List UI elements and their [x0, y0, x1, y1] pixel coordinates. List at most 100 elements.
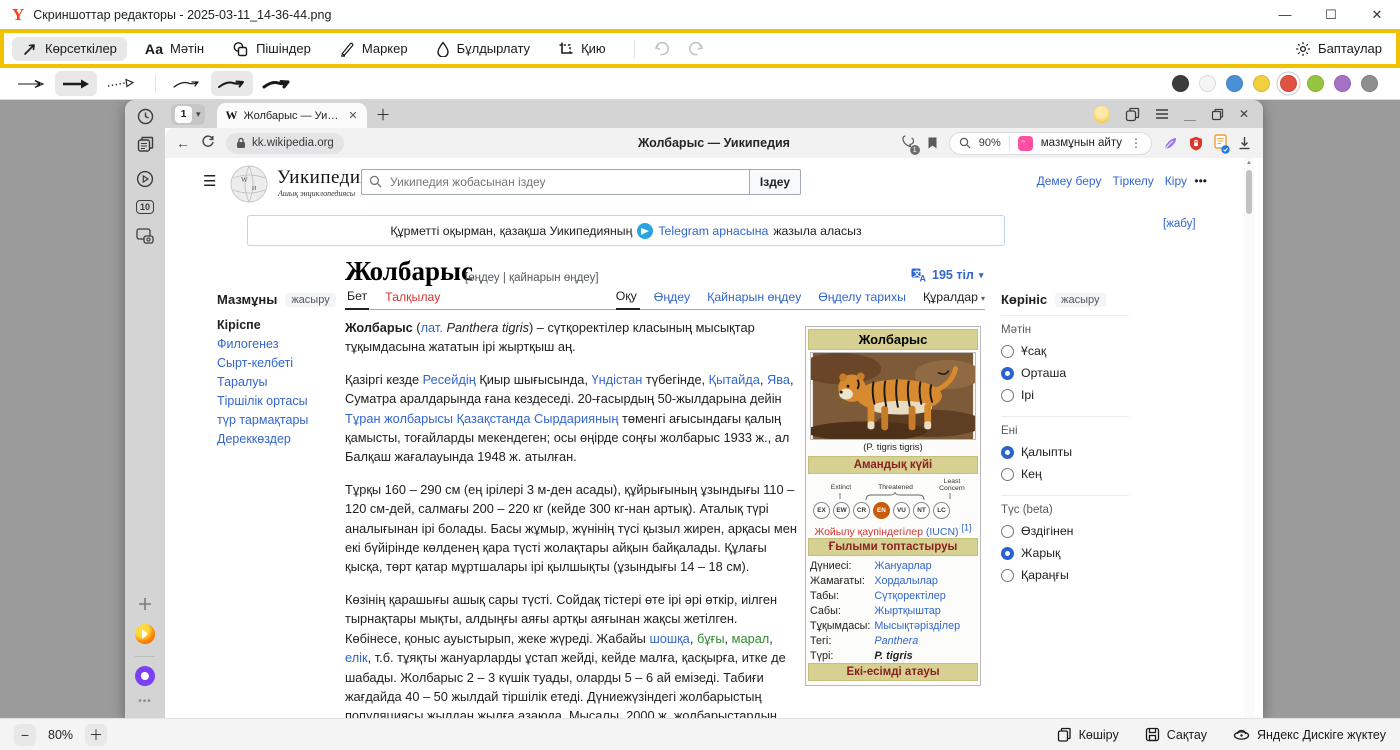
iucn-code[interactable]: CR — [853, 502, 870, 519]
undo-button[interactable] — [653, 41, 671, 57]
color-swatch[interactable] — [1361, 75, 1378, 92]
iucn-code[interactable]: EX — [813, 502, 830, 519]
inline-link[interactable]: Ресейдің — [423, 372, 476, 387]
upload-yandex-disk-button[interactable]: Яндекс Дискіге жүктеу — [1233, 727, 1386, 742]
radio-option[interactable]: Ұсақ — [1001, 344, 1129, 358]
inline-link[interactable]: бұғы — [697, 631, 725, 646]
iucn-code[interactable]: LC — [933, 502, 950, 519]
radio-icon[interactable] — [1001, 345, 1014, 358]
inline-link[interactable]: Қытайда — [709, 372, 760, 387]
arrow-style-sketch-thin[interactable] — [166, 71, 208, 96]
toc-item[interactable]: Кіріспе — [217, 319, 335, 331]
inline-link[interactable]: Ява — [767, 372, 790, 387]
new-tab-button[interactable]: ＋ — [376, 104, 391, 125]
telegram-link[interactable]: Telegram арнасына — [658, 224, 768, 238]
radio-icon[interactable] — [1001, 389, 1014, 402]
inline-link[interactable]: шошқа — [649, 631, 689, 646]
page-scrollbar[interactable]: ▲ — [1244, 158, 1254, 718]
share-button[interactable]: 1 — [901, 134, 916, 152]
toc-item[interactable]: Тіршілік ортасы — [217, 395, 335, 407]
arrow-style-sketch-medium[interactable] — [211, 71, 253, 96]
taxonomy-value[interactable]: Жыртқыштар — [872, 603, 978, 618]
wiki-top-link[interactable]: Демеу беру — [1037, 174, 1102, 188]
redo-button[interactable] — [687, 41, 705, 57]
color-swatch[interactable] — [1307, 75, 1324, 92]
color-swatch[interactable] — [1226, 75, 1243, 92]
radio-icon[interactable] — [1001, 446, 1014, 459]
taxonomy-value[interactable]: Жануарлар — [872, 558, 978, 573]
radio-option[interactable]: Өздігінен — [1001, 524, 1129, 538]
tab-talk[interactable]: Талқылау — [383, 290, 442, 309]
language-selector[interactable]: 文A 195 тіл ▾ — [911, 268, 983, 282]
wiki-top-link[interactable]: Кіру — [1165, 174, 1187, 188]
save-button[interactable]: Сақтау — [1145, 727, 1207, 742]
color-swatch[interactable] — [1334, 75, 1351, 92]
tool-arrows[interactable]: Көрсеткілер — [12, 37, 127, 61]
radio-icon[interactable] — [1001, 547, 1014, 560]
inline-link[interactable]: елік — [345, 650, 368, 665]
hamburger-menu-icon[interactable]: ☰ — [203, 172, 216, 190]
menu-icon[interactable] — [1155, 108, 1169, 120]
zoom-out-button[interactable]: − — [14, 724, 36, 746]
radio-option[interactable]: Қараңғы — [1001, 568, 1129, 582]
sidebar-more-icon[interactable]: ••• — [125, 696, 165, 707]
toc-hide-button[interactable]: жасыру — [285, 293, 335, 307]
article-action-tab[interactable]: Құралдар — [923, 289, 985, 309]
inline-link[interactable]: марал — [732, 631, 770, 646]
toc-item[interactable]: Сырт-келбеті — [217, 357, 335, 369]
iucn-code[interactable]: VU — [893, 502, 910, 519]
back-icon[interactable]: ← — [176, 135, 190, 151]
iucn-status-link[interactable]: Жойылу қаупіндегілер (IUCN) [1] — [813, 526, 973, 538]
arrow-style-dotted[interactable] — [100, 71, 142, 96]
toc-item[interactable]: Филогенез — [217, 338, 335, 350]
inline-link[interactable]: лат. — [421, 320, 443, 335]
article-action-tab[interactable]: Өңдеу — [654, 289, 693, 309]
tool-blur[interactable]: Бұлдырлату — [426, 37, 540, 61]
search-input[interactable] — [361, 169, 749, 195]
radio-option[interactable]: Кең — [1001, 467, 1129, 481]
iucn-code[interactable]: EN — [873, 502, 890, 519]
radio-option[interactable]: Ірі — [1001, 388, 1129, 402]
read-aloud-button[interactable]: мазмұнын айту — [1041, 137, 1122, 149]
color-swatch[interactable] — [1172, 75, 1189, 92]
tab-counter[interactable]: 1 ▾ — [171, 104, 205, 125]
more-options-icon[interactable]: ••• — [1194, 174, 1207, 188]
arrow-style-straight-thin[interactable] — [10, 71, 52, 96]
toc-item[interactable]: Таралуы — [217, 376, 335, 388]
screenshot-tool-icon[interactable] — [125, 228, 165, 244]
wikipedia-wordmark[interactable]: УикипедиЯ — [277, 167, 374, 189]
settings-button[interactable]: Баптаулар — [1295, 41, 1388, 57]
copy-button[interactable]: Көшіру — [1057, 727, 1119, 742]
wikipedia-globe-logo[interactable]: WИ — [229, 164, 269, 207]
tool-text[interactable]: Аа Мәтін — [135, 37, 214, 61]
radio-option[interactable]: Жарық — [1001, 546, 1129, 560]
article-action-tab[interactable]: Өңделу тарихы — [818, 289, 909, 309]
inline-link[interactable]: Сырдарияның — [534, 411, 618, 426]
arrow-style-sketch-bold[interactable] — [256, 71, 298, 96]
page-zoom-value[interactable]: 90% — [979, 137, 1001, 149]
appearance-hide-button[interactable]: жасыру — [1055, 293, 1105, 307]
video-icon[interactable] — [125, 170, 165, 188]
article-action-tab[interactable]: Оқу — [616, 289, 640, 310]
close-button[interactable]: ✕ — [1354, 0, 1400, 29]
translate-doc-button[interactable] — [1214, 134, 1227, 152]
tool-crop[interactable]: Қию — [548, 37, 616, 61]
scroll-up-icon[interactable]: ▲ — [1246, 160, 1252, 166]
browser-restore-icon[interactable] — [1211, 108, 1224, 121]
alice-icon[interactable] — [125, 666, 165, 686]
inline-link[interactable]: Қазақстанда — [457, 411, 531, 426]
taxonomy-value[interactable]: Хордалылар — [872, 573, 978, 588]
minimize-button[interactable]: — — [1262, 0, 1308, 29]
tab-page[interactable]: Бет — [345, 289, 369, 310]
tabs-overview-icon[interactable] — [1125, 107, 1140, 122]
inline-link[interactable]: Үндістан — [591, 372, 642, 387]
tiger-image[interactable] — [810, 352, 976, 440]
article-action-tab[interactable]: Қайнарын өңдеу — [707, 289, 804, 309]
radio-icon[interactable] — [1001, 367, 1014, 380]
radio-option[interactable]: Қалыпты — [1001, 445, 1129, 459]
tool-marker[interactable]: Маркер — [329, 37, 418, 61]
scrollbar-thumb[interactable] — [1246, 170, 1252, 214]
wiki-top-link[interactable]: Тіркелу — [1112, 174, 1153, 188]
browser-tab[interactable]: W Жолбарыс — Уикипед ✕ — [217, 103, 367, 128]
radio-icon[interactable] — [1001, 569, 1014, 582]
